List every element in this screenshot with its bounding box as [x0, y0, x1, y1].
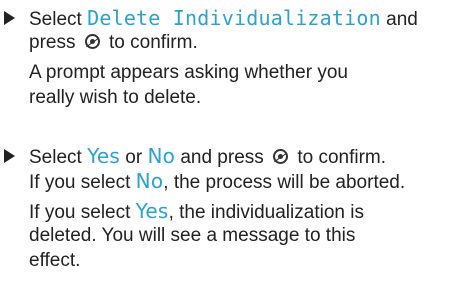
step-bullet-icon	[4, 11, 15, 25]
text-fragment: or	[119, 147, 148, 168]
instruction-page: Select Delete Individualization and pres…	[0, 0, 465, 287]
text-fragment: to confirm.	[292, 147, 387, 168]
text-fragment: , the individualization is	[168, 202, 364, 223]
option-yes-label: Yes	[135, 199, 169, 223]
option-yes-label: Yes	[87, 144, 120, 168]
step-line: press to confirm.	[29, 31, 198, 55]
confirm-button-icon	[84, 34, 100, 49]
result-text-line: deleted. You will see a message to this	[29, 225, 356, 246]
confirm-button-icon	[273, 149, 289, 164]
menu-item-label: Delete Individualization	[87, 6, 381, 30]
text-fragment: press	[29, 32, 81, 53]
step-line: If you select No, the process will be ab…	[29, 169, 405, 193]
text-fragment: Select	[29, 147, 88, 168]
text-fragment: , the process will be aborted.	[163, 172, 406, 193]
result-text-line: really wish to delete.	[29, 87, 202, 108]
result-text-line: effect.	[29, 250, 81, 271]
text-fragment: Select	[29, 9, 88, 30]
text-fragment: and	[380, 9, 418, 30]
text-fragment: to confirm.	[103, 32, 198, 53]
option-no-label: No	[147, 144, 176, 168]
step-bullet-icon	[4, 149, 15, 163]
step-line: Select Yes or No and press to confirm.	[29, 144, 386, 168]
step-line: If you select Yes, the individualization…	[29, 199, 364, 223]
text-fragment: If you select	[29, 202, 136, 223]
text-fragment: and press	[175, 147, 270, 168]
option-no-label: No	[135, 169, 164, 193]
result-text-line: A prompt appears asking whether you	[29, 62, 348, 83]
text-fragment: If you select	[29, 172, 136, 193]
step-line: Select Delete Individualization and	[29, 6, 418, 30]
